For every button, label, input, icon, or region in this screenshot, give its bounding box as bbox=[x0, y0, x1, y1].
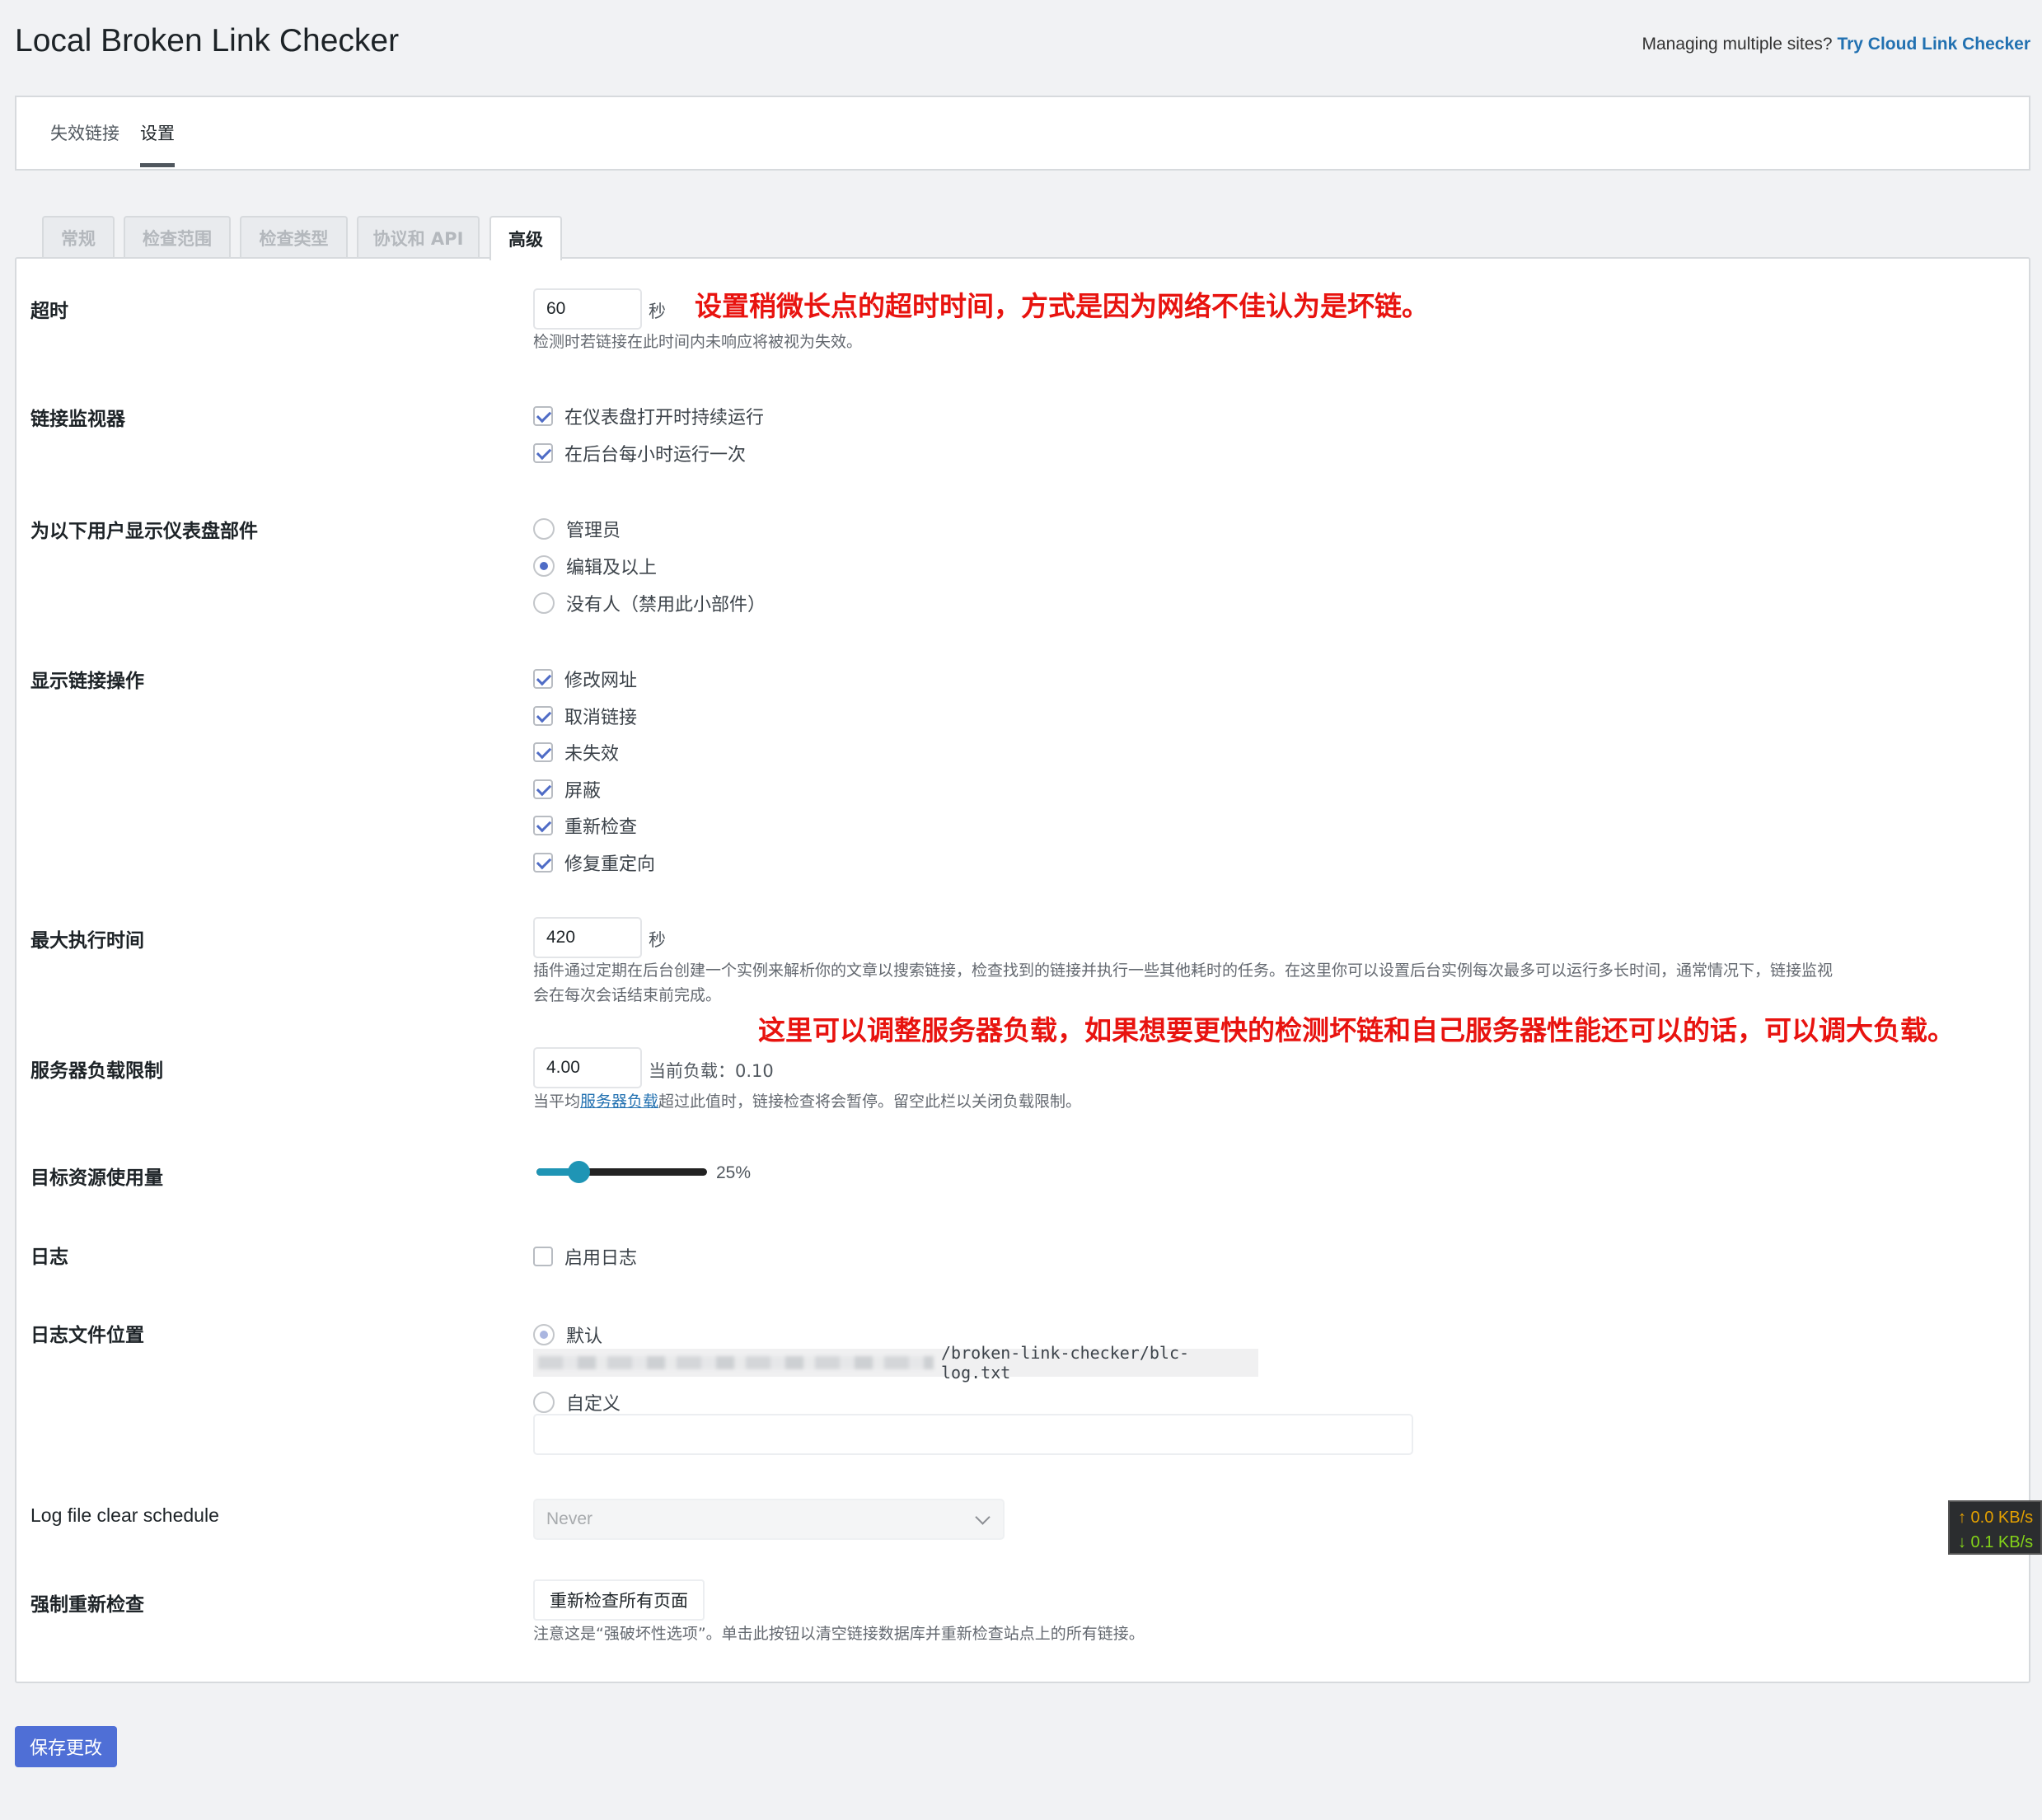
chevron-down-icon bbox=[975, 1509, 991, 1525]
action-option-recheck[interactable]: 重新检查 bbox=[533, 812, 637, 839]
option-label: 修复重定向 bbox=[564, 854, 656, 875]
server-load-link[interactable]: 服务器负载 bbox=[580, 1092, 658, 1111]
max-exec-time-input[interactable]: 420 bbox=[533, 917, 642, 958]
log-location-custom-option[interactable]: 自定义 bbox=[533, 1389, 621, 1415]
log-clear-schedule-select[interactable]: Never bbox=[533, 1499, 1005, 1540]
widget-option-editor[interactable]: 编辑及以上 bbox=[533, 553, 657, 579]
option-label: 屏蔽 bbox=[564, 781, 602, 802]
monitor-option-hourly[interactable]: 在后台每小时运行一次 bbox=[533, 440, 746, 466]
radio[interactable] bbox=[533, 1392, 555, 1413]
max-exec-time-description-1: 插件通过定期在后台创建一个实例来解析你的文章以搜索链接，检查找到的链接并执行一些… bbox=[533, 961, 1834, 980]
option-label: 默认 bbox=[566, 1326, 603, 1347]
option-label: 取消链接 bbox=[564, 708, 638, 728]
radio[interactable] bbox=[533, 592, 555, 614]
checkbox[interactable] bbox=[533, 406, 553, 426]
checkbox[interactable] bbox=[533, 669, 553, 689]
save-button[interactable]: 保存更改 bbox=[15, 1726, 118, 1767]
target-resource-label: 目标资源使用量 bbox=[30, 1167, 163, 1189]
max-exec-time-label: 最大执行时间 bbox=[30, 930, 144, 952]
upload-speed: ↑ 0.0 KB/s bbox=[1958, 1509, 2034, 1527]
link-actions-label: 显示链接操作 bbox=[30, 671, 144, 692]
action-option-fix-redirect[interactable]: 修复重定向 bbox=[533, 849, 655, 876]
desc-text: 当平均 bbox=[533, 1092, 581, 1111]
target-resource-value: 25% bbox=[716, 1163, 752, 1182]
selected-value: Never bbox=[546, 1509, 593, 1528]
subtab-scope[interactable]: 检查范围 bbox=[124, 216, 231, 259]
desc-text: 超过此值时，链接检查将会暂停。留空此栏以关闭负载限制。 bbox=[658, 1092, 1082, 1111]
main-nav: 失效链接 设置 bbox=[15, 96, 2030, 171]
checkbox[interactable] bbox=[533, 853, 553, 873]
option-label: 在后台每小时运行一次 bbox=[564, 445, 747, 466]
subtab-protocols-api[interactable]: 协议和 API bbox=[357, 216, 480, 259]
option-label: 启用日志 bbox=[564, 1248, 638, 1269]
max-exec-time-description-2: 会在每次会话结束前完成。 bbox=[533, 986, 722, 1004]
tab-broken-links[interactable]: 失效链接 bbox=[50, 120, 119, 163]
option-label: 在仪表盘打开时持续运行 bbox=[564, 408, 765, 428]
option-label: 重新检查 bbox=[564, 817, 638, 838]
option-label: 修改网址 bbox=[564, 671, 638, 691]
checkbox[interactable] bbox=[533, 742, 553, 762]
tab-settings[interactable]: 设置 bbox=[140, 120, 175, 167]
option-label: 没有人（禁用此小部件） bbox=[566, 595, 766, 615]
server-load-description: 当平均服务器负载超过此值时，链接检查将会暂停。留空此栏以关闭负载限制。 bbox=[533, 1089, 1081, 1115]
dashboard-widget-label: 为以下用户显示仪表盘部件 bbox=[30, 521, 258, 542]
try-cloud-link-checker-link[interactable]: Try Cloud Link Checker bbox=[1837, 35, 2030, 54]
logging-label: 日志 bbox=[30, 1247, 68, 1268]
timeout-description: 检测时若链接在此时间内未响应将被视为失效。 bbox=[533, 333, 863, 351]
force-recheck-label: 强制重新检查 bbox=[30, 1594, 144, 1616]
timeout-unit: 秒 bbox=[649, 302, 666, 321]
enable-logging-option[interactable]: 启用日志 bbox=[533, 1243, 637, 1270]
force-recheck-description: 注意这是“强破坏性选项”。单击此按钮以清空链接数据库并重新检查站点上的所有链接。 bbox=[533, 1625, 1145, 1643]
page-title: Local Broken Link Checker bbox=[15, 23, 400, 58]
log-location-label: 日志文件位置 bbox=[30, 1325, 144, 1346]
promo-label: Managing multiple sites? bbox=[1642, 35, 1833, 54]
recheck-all-pages-button[interactable]: 重新检查所有页面 bbox=[533, 1579, 705, 1621]
widget-option-admin[interactable]: 管理员 bbox=[533, 516, 621, 542]
redacted-path bbox=[538, 1356, 934, 1369]
server-load-annotation: 这里可以调整服务器负载，如果想要更快的检测坏链和自己服务器性能还可以的话，可以调… bbox=[758, 1014, 1955, 1046]
widget-option-nobody[interactable]: 没有人（禁用此小部件） bbox=[533, 590, 766, 616]
option-label: 编辑及以上 bbox=[566, 558, 658, 578]
action-option-dismiss[interactable]: 屏蔽 bbox=[533, 776, 601, 802]
max-exec-time-unit: 秒 bbox=[649, 930, 666, 950]
subtab-advanced[interactable]: 高级 bbox=[489, 216, 562, 260]
radio[interactable] bbox=[533, 518, 555, 540]
action-option-unlink[interactable]: 取消链接 bbox=[533, 703, 637, 729]
log-path-suffix: /broken-link-checker/blc-log.txt bbox=[941, 1343, 1190, 1383]
option-label: 管理员 bbox=[566, 521, 621, 541]
promo-text: Managing multiple sites? Try Cloud Link … bbox=[1642, 35, 2030, 54]
custom-log-path-input[interactable] bbox=[533, 1414, 1413, 1455]
server-load-label: 服务器负载限制 bbox=[30, 1060, 163, 1082]
radio[interactable] bbox=[533, 1324, 555, 1345]
timeout-input[interactable]: 60 bbox=[533, 288, 642, 330]
option-label: 自定义 bbox=[566, 1394, 621, 1415]
target-resource-slider[interactable] bbox=[536, 1161, 707, 1183]
server-load-input[interactable]: 4.00 bbox=[533, 1047, 642, 1088]
checkbox[interactable] bbox=[533, 706, 553, 726]
log-clear-schedule-label: Log file clear schedule bbox=[30, 1504, 219, 1526]
current-load: 当前负载：0.10 bbox=[649, 1058, 774, 1083]
checkbox[interactable] bbox=[533, 443, 553, 463]
subtab-general[interactable]: 常规 bbox=[42, 216, 115, 259]
network-monitor: ↑ 0.0 KB/s ↓ 0.1 KB/s bbox=[1948, 1500, 2042, 1555]
link-monitor-label: 链接监视器 bbox=[30, 409, 125, 430]
checkbox[interactable] bbox=[533, 779, 553, 799]
action-option-edit-url[interactable]: 修改网址 bbox=[533, 666, 637, 692]
option-label: 未失效 bbox=[564, 744, 620, 765]
subtab-check-types[interactable]: 检查类型 bbox=[240, 216, 348, 259]
timeout-annotation: 设置稍微长点的超时时间，方式是因为网络不佳认为是坏链。 bbox=[695, 290, 1429, 322]
checkbox[interactable] bbox=[533, 1247, 553, 1266]
radio[interactable] bbox=[533, 555, 555, 577]
current-load-value: 0.10 bbox=[735, 1061, 774, 1081]
log-location-default-option[interactable]: 默认 bbox=[533, 1322, 602, 1348]
default-log-path: /broken-link-checker/blc-log.txt bbox=[533, 1343, 1258, 1383]
checkbox[interactable] bbox=[533, 816, 553, 835]
current-load-label: 当前负载： bbox=[649, 1061, 735, 1081]
action-option-not-broken[interactable]: 未失效 bbox=[533, 739, 619, 765]
monitor-option-dashboard[interactable]: 在仪表盘打开时持续运行 bbox=[533, 403, 764, 429]
download-speed: ↓ 0.1 KB/s bbox=[1958, 1533, 2034, 1551]
timeout-label: 超时 bbox=[30, 301, 68, 322]
